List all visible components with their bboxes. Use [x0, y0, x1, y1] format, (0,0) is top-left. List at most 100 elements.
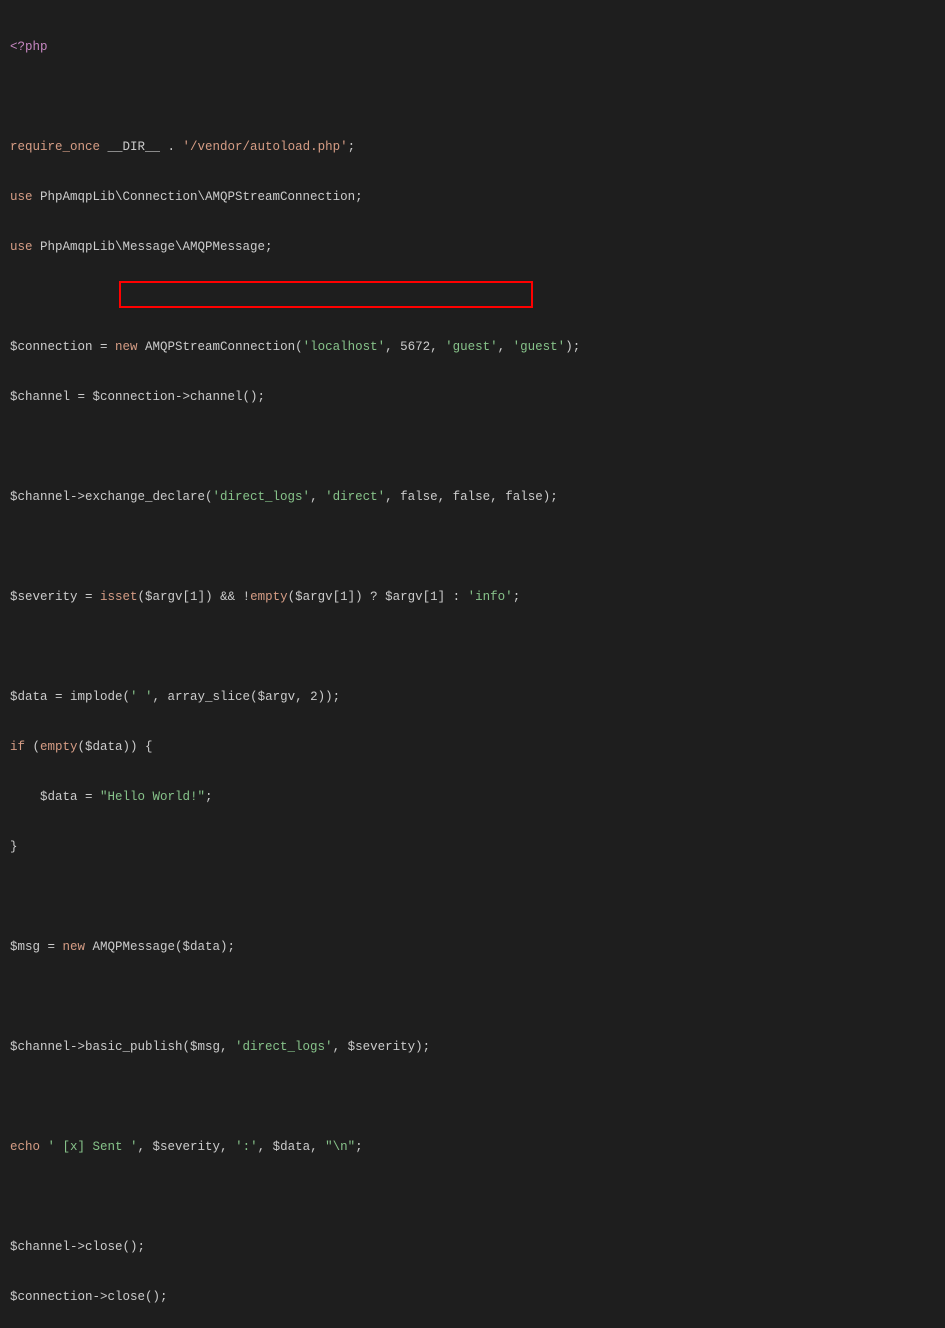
punct: );	[543, 490, 558, 504]
code-line: $channel = $connection->channel();	[10, 385, 935, 410]
punct: ,	[430, 340, 445, 354]
var-assign: $severity =	[10, 590, 100, 604]
expr: ]) ? $argv[	[348, 590, 431, 604]
code-line	[10, 985, 935, 1010]
stmt: $data = implode(	[10, 690, 130, 704]
expr: ]) && !	[198, 590, 251, 604]
string: 'guest'	[513, 340, 566, 354]
bool: false	[400, 490, 438, 504]
var-assign: $msg =	[10, 940, 63, 954]
code-line: $channel->close();	[10, 1235, 935, 1260]
code-line: require_once __DIR__ . '/vendor/autoload…	[10, 135, 935, 160]
expr: , array_slice($argv,	[153, 690, 311, 704]
keyword-new: new	[63, 940, 86, 954]
code-line: echo ' [x] Sent ', $severity, ':', $data…	[10, 1135, 935, 1160]
punct: ;	[513, 590, 521, 604]
stmt: $connection->close();	[10, 1290, 168, 1304]
code-line: $channel->basic_publish($msg, 'direct_lo…	[10, 1035, 935, 1060]
code-line: $connection = new AMQPStreamConnection('…	[10, 335, 935, 360]
string: "\n"	[325, 1140, 355, 1154]
punct: (	[25, 740, 40, 754]
code-line: $connection->close();	[10, 1285, 935, 1310]
magic-const: __DIR__	[100, 140, 168, 154]
punct: ,	[385, 340, 400, 354]
bool: false	[453, 490, 491, 504]
string: 'info'	[468, 590, 513, 604]
code-line: $severity = isset($argv[1]) && !empty($a…	[10, 585, 935, 610]
expr: ($argv[	[288, 590, 341, 604]
number: 1	[190, 590, 198, 604]
string: ' '	[130, 690, 153, 704]
string: 'direct_logs'	[213, 490, 311, 504]
code-line	[10, 85, 935, 110]
punct: ;	[205, 790, 213, 804]
code-line: use PhpAmqpLib\Connection\AMQPStreamConn…	[10, 185, 935, 210]
bool: false	[505, 490, 543, 504]
keyword-empty: empty	[40, 740, 78, 754]
operator: .	[168, 140, 183, 154]
code-line: $channel->exchange_declare('direct_logs'…	[10, 485, 935, 510]
keyword-require: require_once	[10, 140, 100, 154]
punct: ;	[348, 140, 356, 154]
punct: ,	[498, 340, 513, 354]
keyword-isset: isset	[100, 590, 138, 604]
code-line: $data = "Hello World!";	[10, 785, 935, 810]
number: 5672	[400, 340, 430, 354]
expr: ] :	[438, 590, 468, 604]
code-line	[10, 535, 935, 560]
var-assign: $connection =	[10, 340, 115, 354]
stmt: $channel->basic_publish($msg,	[10, 1040, 235, 1054]
code-line: <?php	[10, 35, 935, 60]
punct: ;	[355, 1140, 363, 1154]
var-assign: $data =	[10, 790, 100, 804]
code-line	[10, 1185, 935, 1210]
sp	[40, 1140, 48, 1154]
string: 'guest'	[445, 340, 498, 354]
namespace: PhpAmqpLib\Connection\AMQPStreamConnecti…	[33, 190, 363, 204]
php-open-tag: <?php	[10, 40, 48, 54]
code-editor: <?php require_once __DIR__ . '/vendor/au…	[0, 0, 945, 1328]
code-line: use PhpAmqpLib\Message\AMQPMessage;	[10, 235, 935, 260]
code-line	[10, 1085, 935, 1110]
expr: ($data)) {	[78, 740, 153, 754]
expr: , $severity,	[138, 1140, 236, 1154]
stmt: $channel = $connection->channel();	[10, 390, 265, 404]
keyword-use: use	[10, 190, 33, 204]
class-call: AMQPMessage($data);	[85, 940, 235, 954]
string: "Hello World!"	[100, 790, 205, 804]
punct: );	[565, 340, 580, 354]
keyword-if: if	[10, 740, 25, 754]
string: 'direct'	[325, 490, 385, 504]
code-line: $msg = new AMQPMessage($data);	[10, 935, 935, 960]
code-line: }	[10, 835, 935, 860]
punct: ,	[385, 490, 400, 504]
keyword-echo: echo	[10, 1140, 40, 1154]
number: 1	[430, 590, 438, 604]
number: 2	[310, 690, 318, 704]
keyword-empty: empty	[250, 590, 288, 604]
code-line	[10, 285, 935, 310]
brace: }	[10, 840, 18, 854]
stmt: $channel->close();	[10, 1240, 145, 1254]
code-line	[10, 635, 935, 660]
keyword-use: use	[10, 240, 33, 254]
punct: ,	[438, 490, 453, 504]
class-call: AMQPStreamConnection(	[138, 340, 303, 354]
number: 1	[340, 590, 348, 604]
code-line: $data = implode(' ', array_slice($argv, …	[10, 685, 935, 710]
string: ':'	[235, 1140, 258, 1154]
string: ' [x] Sent '	[48, 1140, 138, 1154]
string: 'direct_logs'	[235, 1040, 333, 1054]
expr: , $data,	[258, 1140, 326, 1154]
punct: ,	[490, 490, 505, 504]
stmt: $channel->exchange_declare(	[10, 490, 213, 504]
expr: ($argv[	[138, 590, 191, 604]
code-line	[10, 885, 935, 910]
code-line	[10, 435, 935, 460]
punct: ));	[318, 690, 341, 704]
namespace: PhpAmqpLib\Message\AMQPMessage;	[33, 240, 273, 254]
string: '/vendor/autoload.php'	[183, 140, 348, 154]
punct: ,	[310, 490, 325, 504]
string: 'localhost'	[303, 340, 386, 354]
expr: , $severity);	[333, 1040, 431, 1054]
